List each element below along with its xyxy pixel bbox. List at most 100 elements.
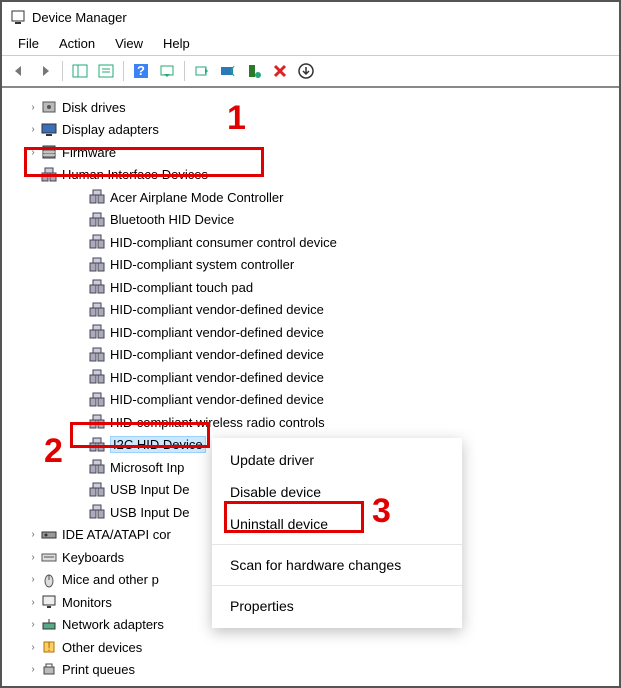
context-menu: Update driverDisable deviceUninstall dev… bbox=[212, 438, 462, 628]
svg-text:!: ! bbox=[47, 639, 51, 654]
tree-content: ›Disk drives›Display adapters›Firmware⌄H… bbox=[2, 88, 619, 686]
menubar: File Action View Help bbox=[2, 32, 619, 56]
context-menu-separator bbox=[212, 544, 462, 545]
hid-icon bbox=[88, 257, 106, 273]
chevron-down-icon[interactable]: ⌄ bbox=[26, 169, 40, 180]
context-menu-item[interactable]: Scan for hardware changes bbox=[212, 549, 462, 581]
chevron-right-icon[interactable]: › bbox=[26, 642, 40, 653]
menu-file[interactable]: File bbox=[8, 34, 49, 53]
tree-item[interactable]: HID-compliant touch pad bbox=[2, 276, 619, 299]
printer-icon bbox=[40, 662, 58, 678]
tree-item-label: Other devices bbox=[62, 640, 142, 655]
chevron-right-icon[interactable]: › bbox=[26, 102, 40, 113]
back-button[interactable] bbox=[8, 60, 30, 82]
properties-button[interactable] bbox=[95, 60, 117, 82]
menu-help[interactable]: Help bbox=[153, 34, 200, 53]
context-menu-item[interactable]: Disable device bbox=[212, 476, 462, 508]
app-icon bbox=[10, 9, 26, 25]
hid-icon bbox=[88, 189, 106, 205]
tree-item[interactable]: HID-compliant wireless radio controls bbox=[2, 411, 619, 434]
tree-item-label: Monitors bbox=[62, 595, 112, 610]
chevron-right-icon[interactable]: › bbox=[26, 147, 40, 158]
keyboard-icon bbox=[40, 549, 58, 565]
menu-action[interactable]: Action bbox=[49, 34, 105, 53]
hid-icon bbox=[88, 369, 106, 385]
tree-item-label: Network adapters bbox=[62, 617, 164, 632]
toolbar-sep bbox=[62, 61, 63, 81]
chevron-right-icon[interactable]: › bbox=[26, 619, 40, 630]
tree-item-label: Keyboards bbox=[62, 550, 124, 565]
tree-item[interactable]: HID-compliant vendor-defined device bbox=[2, 299, 619, 322]
tree-item-label: IDE ATA/ATAPI cor bbox=[62, 527, 171, 542]
chevron-right-icon[interactable]: › bbox=[26, 552, 40, 563]
tree-item[interactable]: ›! Other devices bbox=[2, 636, 619, 659]
forward-button[interactable] bbox=[34, 60, 56, 82]
tree-item-label: I2C HID Device bbox=[110, 436, 206, 453]
show-hide-tree-button[interactable] bbox=[69, 60, 91, 82]
tree-item-label: Mice and other p bbox=[62, 572, 159, 587]
tree-item-label: HID-compliant vendor-defined device bbox=[110, 347, 324, 362]
hid-icon bbox=[88, 504, 106, 520]
chevron-right-icon[interactable]: › bbox=[26, 529, 40, 540]
chevron-right-icon[interactable]: › bbox=[26, 574, 40, 585]
tree-item[interactable]: Acer Airplane Mode Controller bbox=[2, 186, 619, 209]
tree-item[interactable]: HID-compliant system controller bbox=[2, 254, 619, 277]
uninstall-hw-button[interactable] bbox=[243, 60, 265, 82]
tree-item[interactable]: ⌄Human Interface Devices bbox=[2, 164, 619, 187]
tree-item-label: Bluetooth HID Device bbox=[110, 212, 234, 227]
ide-icon bbox=[40, 527, 58, 543]
hid-icon bbox=[88, 234, 106, 250]
tree-item[interactable]: HID-compliant vendor-defined device bbox=[2, 321, 619, 344]
tree-item-label: Display adapters bbox=[62, 122, 159, 137]
hid-icon bbox=[88, 279, 106, 295]
hid-icon bbox=[88, 347, 106, 363]
chevron-right-icon[interactable]: › bbox=[26, 124, 40, 135]
down-button[interactable] bbox=[295, 60, 317, 82]
chevron-right-icon[interactable]: › bbox=[26, 664, 40, 675]
context-menu-item[interactable]: Update driver bbox=[212, 444, 462, 476]
chevron-right-icon[interactable]: › bbox=[26, 597, 40, 608]
hid-icon bbox=[40, 167, 58, 183]
tree-item-label: Acer Airplane Mode Controller bbox=[110, 190, 283, 205]
tree-item[interactable]: ›Print queues bbox=[2, 659, 619, 682]
tree-item-label: HID-compliant vendor-defined device bbox=[110, 302, 324, 317]
scan-button[interactable] bbox=[156, 60, 178, 82]
context-menu-item[interactable]: Uninstall device bbox=[212, 508, 462, 540]
disk-icon bbox=[40, 99, 58, 115]
tree-item-label: HID-compliant system controller bbox=[110, 257, 294, 272]
tree-item-label: USB Input De bbox=[110, 482, 190, 497]
disable-button[interactable] bbox=[217, 60, 239, 82]
tree-item[interactable]: HID-compliant consumer control device bbox=[2, 231, 619, 254]
tree-item[interactable]: HID-compliant vendor-defined device bbox=[2, 366, 619, 389]
tree-item[interactable]: HID-compliant vendor-defined device bbox=[2, 389, 619, 412]
tree-item-label: Disk drives bbox=[62, 100, 126, 115]
tree-item[interactable]: › Disk drives bbox=[2, 96, 619, 119]
menu-view[interactable]: View bbox=[105, 34, 153, 53]
hid-icon bbox=[88, 482, 106, 498]
update-driver-button[interactable] bbox=[191, 60, 213, 82]
window-title: Device Manager bbox=[32, 10, 127, 25]
firmware-icon bbox=[40, 144, 58, 160]
titlebar: Device Manager bbox=[2, 2, 619, 32]
hid-icon bbox=[88, 414, 106, 430]
tree-item-label: Microsoft Inp bbox=[110, 460, 184, 475]
context-menu-separator bbox=[212, 585, 462, 586]
tree-item[interactable]: Bluetooth HID Device bbox=[2, 209, 619, 232]
hid-icon bbox=[88, 302, 106, 318]
tree-item[interactable]: HID-compliant vendor-defined device bbox=[2, 344, 619, 367]
tree-item[interactable]: ›Firmware bbox=[2, 141, 619, 164]
tree-item-label: HID-compliant vendor-defined device bbox=[110, 325, 324, 340]
context-menu-item[interactable]: Properties bbox=[212, 590, 462, 622]
uninstall-button[interactable] bbox=[269, 60, 291, 82]
tree-item-label: USB Input De bbox=[110, 505, 190, 520]
toolbar: ? bbox=[2, 56, 619, 88]
tree-item-label: HID-compliant vendor-defined device bbox=[110, 392, 324, 407]
tree-item[interactable]: › Display adapters bbox=[2, 119, 619, 142]
hid-icon bbox=[88, 392, 106, 408]
display-icon bbox=[40, 122, 58, 138]
tree-item-label: HID-compliant consumer control device bbox=[110, 235, 337, 250]
other-icon: ! bbox=[40, 639, 58, 655]
hid-icon bbox=[88, 212, 106, 228]
help-button[interactable]: ? bbox=[130, 60, 152, 82]
tree-item-label: HID-compliant touch pad bbox=[110, 280, 253, 295]
